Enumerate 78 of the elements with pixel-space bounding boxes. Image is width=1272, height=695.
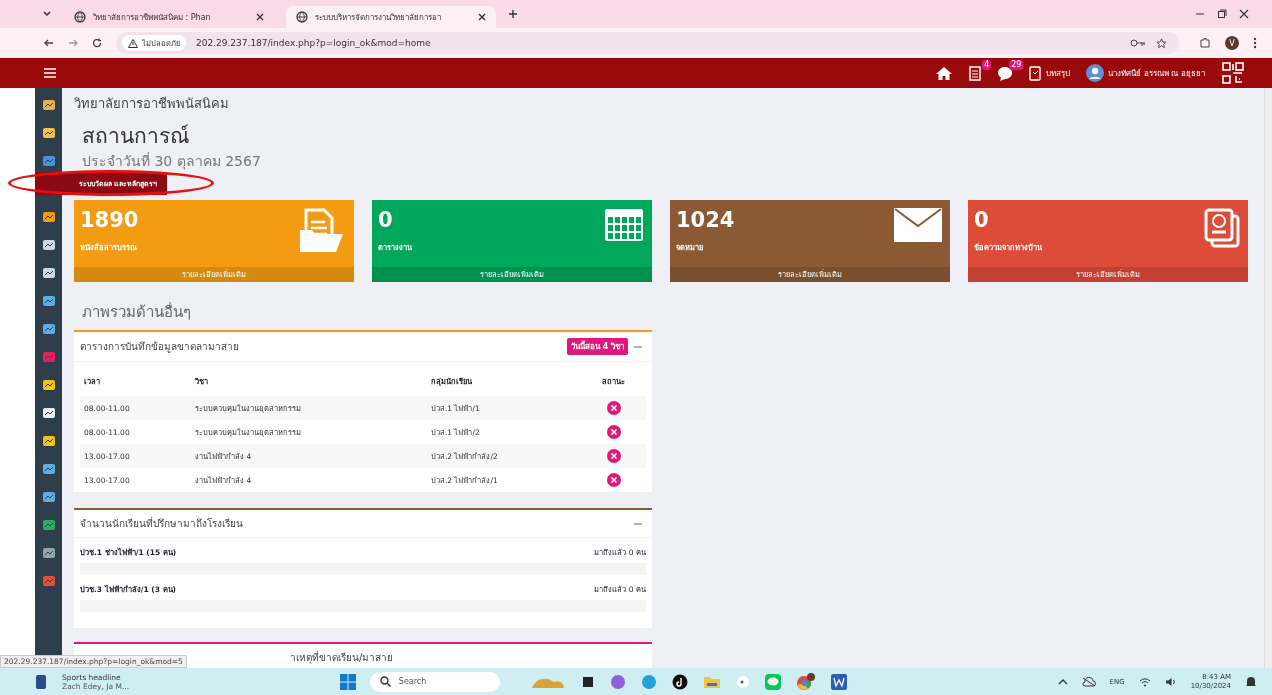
folder-document-icon bbox=[298, 208, 346, 254]
notification-badge: 4 bbox=[982, 59, 992, 70]
app-icon[interactable] bbox=[671, 673, 688, 690]
panel-title: ตารางการบันทึกข้อมูลขาดลามาสาย bbox=[80, 340, 240, 354]
back-icon[interactable] bbox=[44, 38, 54, 48]
count-badge: วันนี้สอน 4 วิชา bbox=[566, 338, 628, 355]
user-menu[interactable]: นางทัศนีย์ อรรณพ ณ อยุธยา bbox=[1086, 64, 1205, 82]
menu-item-icon[interactable] bbox=[41, 518, 56, 532]
menu-item-icon[interactable] bbox=[41, 434, 56, 448]
college-name: วิทยาลัยการอาชีพพนัสนิคม bbox=[74, 96, 230, 112]
menu-item-icon[interactable] bbox=[41, 322, 56, 336]
start-icon[interactable] bbox=[339, 673, 356, 690]
summary-link[interactable]: บทสรุป bbox=[1029, 65, 1071, 81]
extensions-icon[interactable] bbox=[1199, 37, 1211, 49]
document-icon[interactable] bbox=[969, 65, 982, 81]
panel-title: จำนวนนักเรียนที่ปรึกษามาถึงโรงเรียน bbox=[80, 516, 244, 531]
star-icon[interactable] bbox=[1156, 37, 1167, 49]
menu-item-icon[interactable] bbox=[41, 266, 56, 280]
stat-value: 1024 bbox=[676, 208, 735, 232]
page-date: ประจำวันที่ 30 ตุลาคม 2567 bbox=[81, 152, 262, 170]
chevron-up-icon[interactable] bbox=[1057, 678, 1068, 685]
folder-icon[interactable] bbox=[702, 674, 721, 689]
status-x-icon[interactable] bbox=[606, 401, 621, 415]
status-x-icon[interactable] bbox=[606, 425, 621, 439]
reload-icon[interactable] bbox=[92, 38, 102, 48]
browser-tab[interactable]: วิทยาลัยการอาชีพพนัสนิคม : Phan bbox=[64, 6, 274, 28]
more-icon[interactable] bbox=[1253, 37, 1257, 49]
qr-code-icon[interactable] bbox=[1221, 61, 1245, 85]
warning-icon bbox=[128, 38, 138, 48]
key-icon[interactable] bbox=[1130, 38, 1146, 48]
menu-item-icon[interactable] bbox=[41, 406, 56, 420]
stat-value: 0 bbox=[974, 208, 990, 232]
menu-item-icon[interactable] bbox=[41, 378, 56, 392]
notification-icon[interactable] bbox=[1245, 675, 1257, 688]
menu-item-icon[interactable] bbox=[41, 238, 56, 252]
report-icon bbox=[1029, 65, 1043, 81]
menu-item-icon[interactable] bbox=[41, 546, 56, 560]
app-icon[interactable] bbox=[580, 674, 595, 689]
section-heading: ภาพรวมด้านอื่นๆ bbox=[82, 301, 192, 323]
forward-icon[interactable] bbox=[68, 38, 78, 48]
menu-icon[interactable] bbox=[44, 68, 56, 78]
menu-item-icon[interactable] bbox=[41, 294, 56, 308]
globe-icon bbox=[296, 11, 308, 23]
scrollbar[interactable] bbox=[1264, 88, 1272, 668]
home-icon[interactable] bbox=[935, 65, 954, 81]
stat-value: 0 bbox=[378, 208, 394, 232]
status-x-icon[interactable] bbox=[606, 473, 621, 487]
wifi-icon[interactable] bbox=[1138, 676, 1151, 687]
notification-badge: 29 bbox=[1009, 59, 1024, 70]
report-card-icon bbox=[1204, 208, 1240, 248]
word-app-icon[interactable] bbox=[830, 673, 847, 690]
cloud-off-icon[interactable] bbox=[1081, 676, 1096, 687]
close-icon[interactable] bbox=[256, 13, 264, 21]
status-x-icon[interactable] bbox=[606, 449, 621, 463]
envelope-icon bbox=[894, 208, 942, 242]
globe-icon bbox=[74, 11, 86, 23]
search-icon bbox=[379, 676, 391, 687]
close-icon[interactable] bbox=[1239, 9, 1249, 19]
menu-item-icon[interactable] bbox=[41, 490, 56, 504]
tab-list-icon[interactable] bbox=[42, 9, 52, 19]
url-text: 202.29.237.187/index.php?p=login_ok&mod=home bbox=[196, 38, 431, 48]
menu-item-icon[interactable] bbox=[41, 210, 56, 224]
chat-icon[interactable] bbox=[997, 65, 1014, 81]
restore-icon[interactable] bbox=[1217, 9, 1227, 19]
close-icon[interactable] bbox=[478, 13, 486, 21]
new-tab-icon[interactable] bbox=[508, 9, 518, 19]
page-title: สถานการณ์ bbox=[81, 123, 190, 150]
browser-tab[interactable]: ระบบบริหารจัดการงานวิทยาลัยการอา bbox=[286, 6, 496, 28]
taskbar-search[interactable]: Search bbox=[369, 671, 500, 692]
menu-item-icon[interactable] bbox=[41, 462, 56, 476]
avatar-icon bbox=[1086, 64, 1105, 82]
calendar-icon bbox=[604, 208, 644, 242]
menu-item-icon[interactable] bbox=[41, 98, 56, 112]
volume-icon[interactable] bbox=[1164, 676, 1177, 687]
stat-value: 1890 bbox=[80, 208, 139, 232]
menu-item-icon[interactable] bbox=[41, 126, 56, 140]
panel-title: าเหตุที่ขาดเรียน/มาสาย bbox=[290, 650, 394, 665]
profile-avatar[interactable]: V bbox=[1225, 36, 1239, 50]
